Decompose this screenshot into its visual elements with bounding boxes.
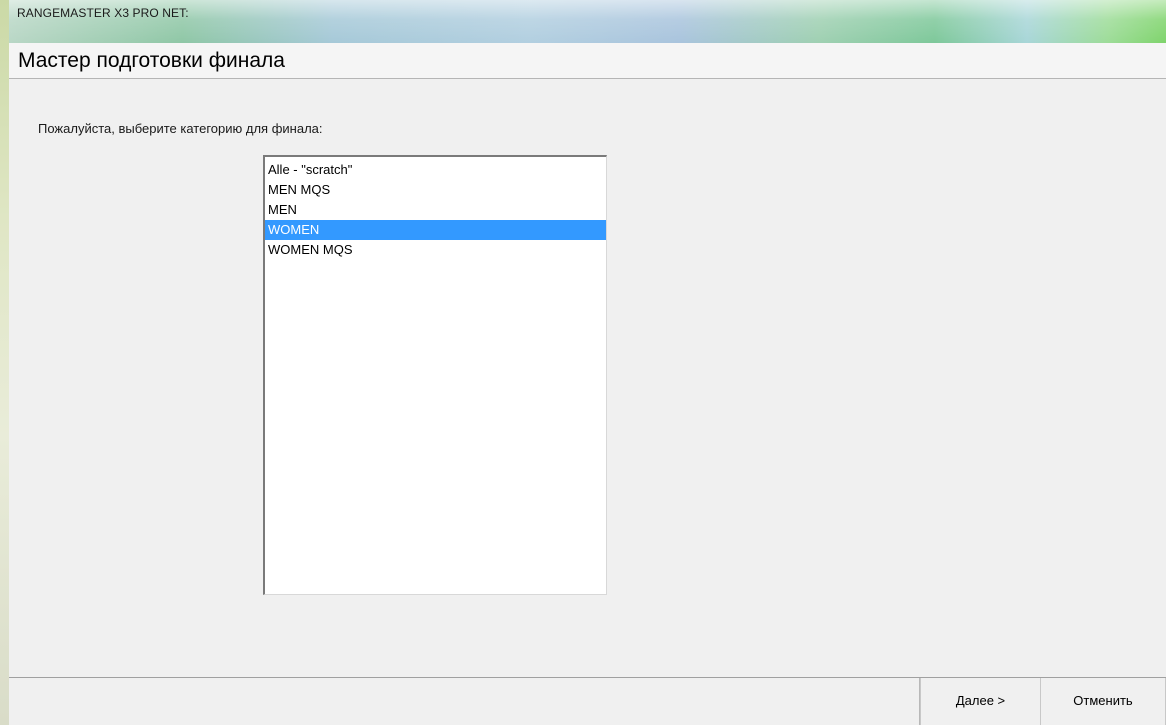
category-listbox[interactable]: Alle - "scratch" MEN MQS MEN WOMEN WOMEN…: [263, 155, 607, 595]
page-title: Мастер подготовки финала: [18, 49, 285, 72]
category-item-selected[interactable]: WOMEN: [265, 220, 606, 240]
category-item[interactable]: WOMEN MQS: [265, 240, 606, 260]
title-bar[interactable]: RANGEMASTER X3 PRO NET:: [9, 0, 1166, 44]
window-title: RANGEMASTER X3 PRO NET:: [17, 6, 189, 20]
category-list-items: Alle - "scratch" MEN MQS MEN WOMEN WOMEN…: [265, 157, 606, 260]
window-edge-strip: [0, 0, 9, 725]
category-item[interactable]: MEN MQS: [265, 180, 606, 200]
wizard-footer: Далее > Отменить: [9, 677, 1166, 725]
wizard-window: RANGEMASTER X3 PRO NET: Мастер подготовк…: [0, 0, 1166, 725]
category-item[interactable]: MEN: [265, 200, 606, 220]
wizard-header: Мастер подготовки финала: [9, 43, 1166, 79]
category-prompt: Пожалуйста, выберите категорию для финал…: [38, 121, 323, 136]
category-item[interactable]: Alle - "scratch": [265, 160, 606, 180]
status-area: [9, 678, 920, 725]
next-button[interactable]: Далее >: [920, 678, 1040, 725]
cancel-button[interactable]: Отменить: [1040, 678, 1166, 725]
